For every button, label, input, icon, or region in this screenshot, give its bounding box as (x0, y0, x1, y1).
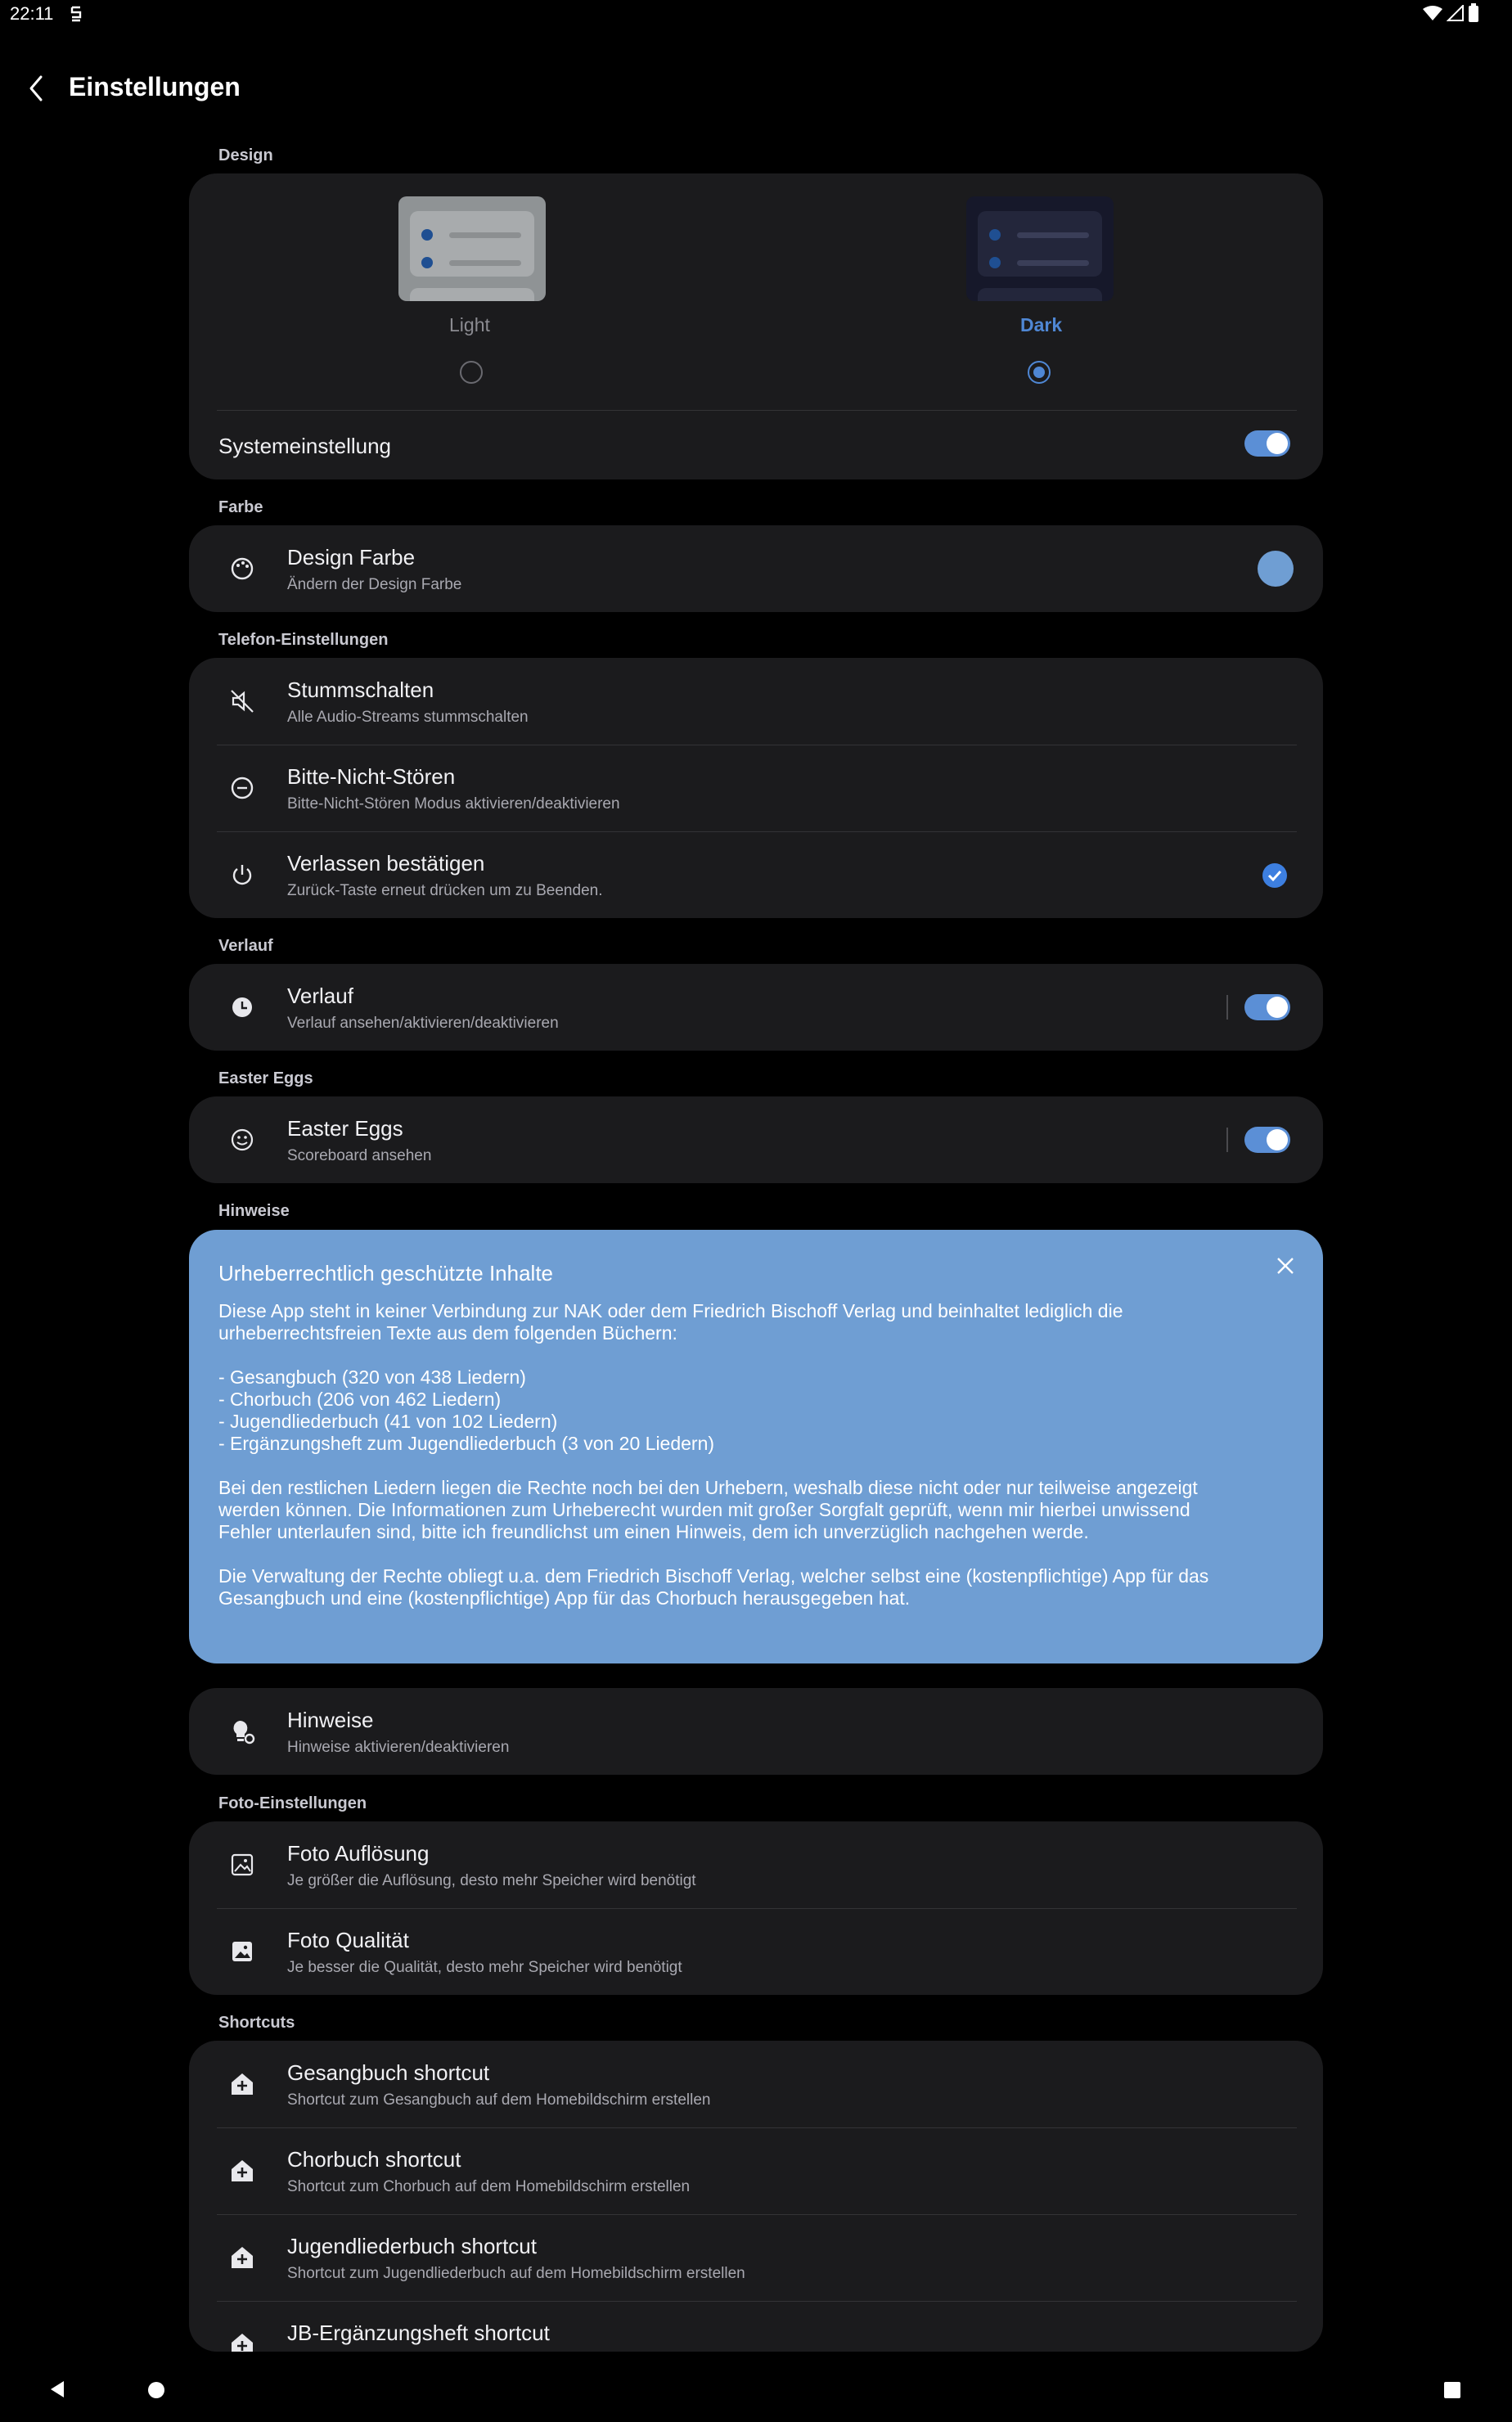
photo-resolution-title: Foto Auflösung (287, 1841, 430, 1866)
system-setting-toggle[interactable] (1244, 430, 1290, 457)
shortcut-gesangbuch-row[interactable]: Gesangbuch shortcut Shortcut zum Gesangb… (189, 2041, 1323, 2127)
light-theme-radio[interactable] (460, 361, 483, 384)
smiley-icon (231, 1128, 254, 1151)
shortcut-jugendliederbuch-subtitle: Shortcut zum Jugendliederbuch auf dem Ho… (287, 2265, 745, 2282)
add-home-icon (232, 2073, 253, 2095)
mute-subtitle: Alle Audio-Streams stummschalten (287, 709, 529, 726)
shortcut-gesangbuch-title: Gesangbuch shortcut (287, 2060, 490, 2085)
section-header-farbe: Farbe (218, 498, 263, 516)
easter-eggs-card: Easter Eggs Scoreboard ansehen (189, 1096, 1323, 1183)
do-not-disturb-subtitle: Bitte-Nicht-Stören Modus aktivieren/deak… (287, 795, 620, 813)
nav-recents-icon[interactable] (1443, 2381, 1461, 2399)
photo-resolution-subtitle: Je größer die Auflösung, desto mehr Spei… (287, 1872, 696, 1889)
light-theme-preview[interactable] (398, 196, 546, 301)
add-home-icon (232, 2160, 253, 2181)
nav-back-icon[interactable] (47, 2379, 67, 2399)
photo-quality-subtitle: Je besser die Qualität, desto mehr Speic… (287, 1959, 682, 1976)
photo-resolution-row[interactable]: Foto Auflösung Je größer die Auflösung, … (189, 1821, 1323, 1908)
dark-theme-radio[interactable] (1028, 361, 1051, 384)
confirm-exit-subtitle: Zurück-Taste erneut drücken um zu Beende… (287, 882, 603, 899)
wifi-icon (1423, 6, 1442, 20)
image-outline-icon (231, 1853, 254, 1876)
hinweise-card: Hinweise Hinweise aktivieren/deaktiviere… (189, 1688, 1323, 1775)
confirm-exit-row[interactable]: Verlassen bestätigen Zurück-Taste erneut… (189, 831, 1323, 918)
add-home-icon (232, 2247, 253, 2268)
section-header-hinweise: Hinweise (218, 1202, 290, 1220)
section-header-shortcuts: Shortcuts (218, 2014, 295, 2032)
section-header-telefon: Telefon-Einstellungen (218, 631, 389, 649)
shortcut-chorbuch-title: Chorbuch shortcut (287, 2147, 461, 2172)
confirm-exit-title: Verlassen bestätigen (287, 851, 485, 876)
notice-body: Diese App steht in keiner Verbindung zur… (218, 1300, 1209, 1609)
telefon-card: Stummschalten Alle Audio-Streams stummsc… (189, 658, 1323, 918)
confirm-exit-checkbox[interactable] (1262, 862, 1288, 889)
design-color-row[interactable]: Design Farbe Ändern der Design Farbe (189, 525, 1323, 612)
shortcuts-card: Gesangbuch shortcut Shortcut zum Gesangb… (189, 2041, 1323, 2352)
hints-row[interactable]: Hinweise Hinweise aktivieren/deaktiviere… (189, 1688, 1323, 1775)
divider (217, 410, 1297, 411)
history-toggle[interactable] (1244, 994, 1290, 1020)
system-setting-label: Systemeinstellung (218, 434, 391, 458)
battery-icon (1469, 3, 1478, 22)
easter-eggs-title: Easter Eggs (287, 1116, 403, 1141)
color-swatch[interactable] (1258, 551, 1294, 587)
signal-icon (1447, 5, 1464, 21)
farbe-card: Design Farbe Ändern der Design Farbe (189, 525, 1323, 612)
design-color-title: Design Farbe (287, 545, 416, 569)
section-header-design: Design (218, 146, 273, 164)
shortcut-chorbuch-subtitle: Shortcut zum Chorbuch auf dem Homebildsc… (287, 2178, 691, 2195)
mute-title: Stummschalten (287, 678, 434, 702)
app-bar: Einstellungen (0, 57, 1512, 123)
volume-off-icon (231, 690, 254, 713)
shortcut-jugendliederbuch-row[interactable]: Jugendliederbuch shortcut Shortcut zum J… (189, 2214, 1323, 2301)
nav-home-icon[interactable] (147, 2381, 165, 2399)
image-filled-icon (232, 1942, 252, 1961)
easter-eggs-toggle[interactable] (1244, 1127, 1290, 1153)
clock-icon (232, 997, 252, 1017)
sync-notification-icon (70, 6, 82, 22)
section-header-easter-eggs: Easter Eggs (218, 1069, 313, 1087)
photo-quality-row[interactable]: Foto Qualität Je besser die Qualität, de… (189, 1908, 1323, 1995)
shortcut-jb-ergaenzungsheft-row[interactable]: JB-Ergänzungsheft shortcut (189, 2301, 1323, 2352)
status-bar: 22:11 (0, 0, 1512, 33)
palette-icon (231, 557, 254, 580)
copyright-notice-card: Urheberrechtlich geschützte Inhalte Dies… (189, 1230, 1323, 1663)
system-navigation-bar (0, 2357, 1512, 2422)
light-theme-label: Light (449, 314, 490, 335)
design-color-subtitle: Ändern der Design Farbe (287, 576, 462, 593)
easter-eggs-subtitle: Scoreboard ansehen (287, 1147, 432, 1164)
shortcut-gesangbuch-subtitle: Shortcut zum Gesangbuch auf dem Homebild… (287, 2091, 711, 2109)
do-not-disturb-row[interactable]: Bitte-Nicht-Stören Bitte-Nicht-Stören Mo… (189, 745, 1323, 831)
shortcut-jb-ergaenzungsheft-title: JB-Ergänzungsheft shortcut (287, 2321, 550, 2345)
do-not-disturb-title: Bitte-Nicht-Stören (287, 764, 456, 789)
easter-eggs-row[interactable]: Easter Eggs Scoreboard ansehen (189, 1096, 1323, 1183)
page-title: Einstellungen (69, 72, 241, 101)
dark-theme-preview[interactable] (966, 196, 1114, 301)
verlauf-card: Verlauf Verlauf ansehen/aktivieren/deakt… (189, 964, 1323, 1051)
foto-card: Foto Auflösung Je größer die Auflösung, … (189, 1821, 1323, 1995)
dark-theme-label: Dark (1020, 314, 1063, 335)
back-arrow-icon[interactable] (25, 72, 49, 105)
notice-title: Urheberrechtlich geschützte Inhalte (218, 1261, 554, 1285)
section-header-verlauf: Verlauf (218, 937, 273, 955)
design-card: Light Dark Systemeinstellung (189, 173, 1323, 479)
hints-title: Hinweise (287, 1708, 374, 1732)
history-row[interactable]: Verlauf Verlauf ansehen/aktivieren/deakt… (189, 964, 1323, 1051)
separator (1226, 1128, 1228, 1152)
shortcut-jugendliederbuch-title: Jugendliederbuch shortcut (287, 2234, 537, 2258)
hints-subtitle: Hinweise aktivieren/deaktivieren (287, 1739, 510, 1756)
shortcut-chorbuch-row[interactable]: Chorbuch shortcut Shortcut zum Chorbuch … (189, 2127, 1323, 2214)
mute-row[interactable]: Stummschalten Alle Audio-Streams stummsc… (189, 658, 1323, 745)
add-home-icon (232, 2334, 253, 2352)
close-icon[interactable] (1274, 1254, 1297, 1277)
lightbulb-settings-icon (233, 1720, 255, 1744)
do-not-disturb-icon (231, 777, 254, 799)
status-time: 22:11 (10, 3, 54, 24)
photo-quality-title: Foto Qualität (287, 1928, 409, 1952)
section-header-foto: Foto-Einstellungen (218, 1794, 367, 1812)
power-icon (232, 865, 252, 885)
separator (1226, 995, 1228, 1020)
history-title: Verlauf (287, 984, 353, 1008)
history-subtitle: Verlauf ansehen/aktivieren/deaktivieren (287, 1015, 559, 1032)
